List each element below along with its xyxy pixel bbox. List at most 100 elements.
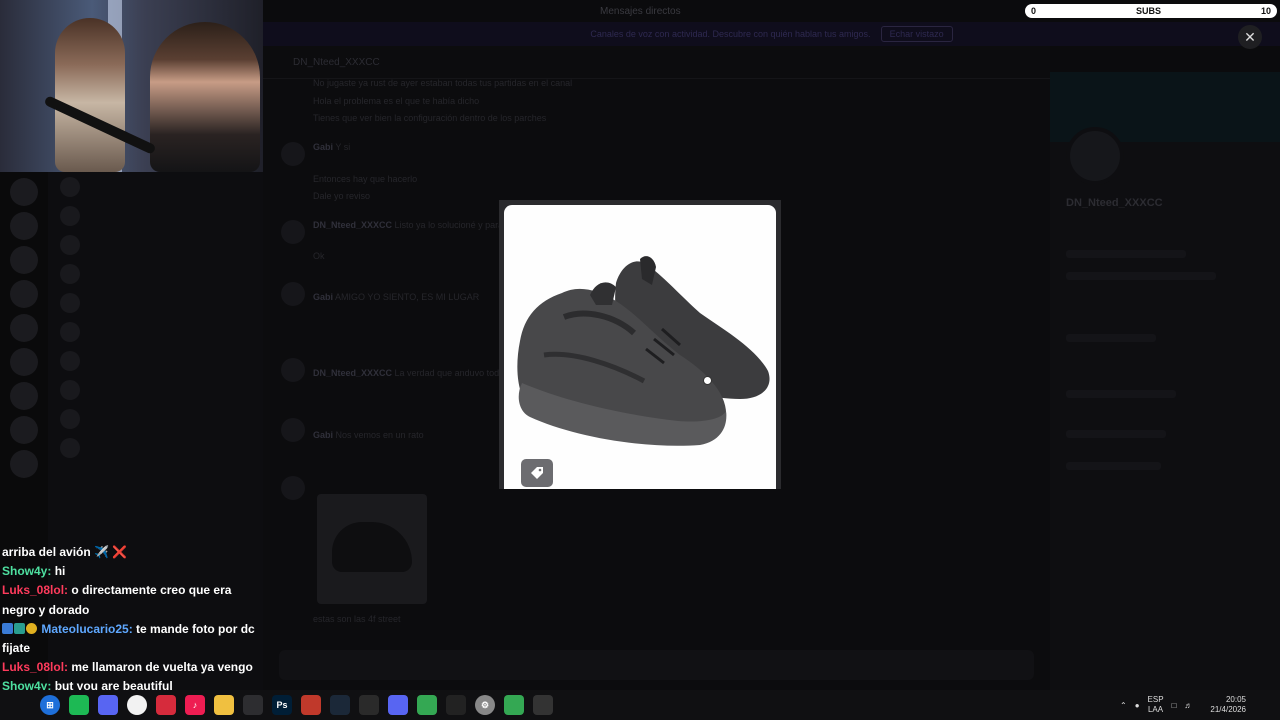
profile-line xyxy=(1066,334,1156,342)
webcam-feed xyxy=(0,0,263,172)
message-input[interactable] xyxy=(279,650,1034,680)
server-icon[interactable] xyxy=(10,416,38,444)
chat-username: Show4y: xyxy=(2,564,52,579)
chat-image-attachment[interactable] xyxy=(317,494,427,604)
discord-icon[interactable] xyxy=(98,695,118,715)
dm-item[interactable] xyxy=(48,346,263,375)
message: Tienes que ver bien la configuración den… xyxy=(313,113,547,123)
subs-current: 0 xyxy=(1031,6,1037,16)
voice-activity-banner: Canales de voz con actividad. Descubre c… xyxy=(263,22,1280,46)
profile-line xyxy=(1066,430,1166,438)
dm-item[interactable] xyxy=(48,404,263,433)
profile-line xyxy=(1066,250,1186,258)
dm-item[interactable] xyxy=(48,172,263,201)
chevron-up-icon[interactable]: ⌃ xyxy=(1120,701,1127,710)
tiktok-icon[interactable]: ♪ xyxy=(185,695,205,715)
dm-item[interactable] xyxy=(48,259,263,288)
avatar xyxy=(60,350,80,371)
avatar xyxy=(281,142,305,166)
network-icon[interactable]: □ xyxy=(1172,701,1177,710)
avatar xyxy=(60,205,80,226)
streamer-right xyxy=(150,22,260,172)
dm-item[interactable] xyxy=(48,433,263,462)
dm-item[interactable] xyxy=(48,317,263,346)
mouse-cursor xyxy=(703,376,712,385)
avatar xyxy=(60,321,80,342)
server-icon[interactable] xyxy=(10,280,38,308)
server-icon[interactable] xyxy=(10,246,38,274)
mic-icon[interactable]: ● xyxy=(1135,701,1140,710)
dm-item[interactable] xyxy=(48,375,263,404)
tag-icon xyxy=(531,467,543,479)
volume-icon[interactable]: ♬ xyxy=(1184,701,1192,710)
profile-line xyxy=(1066,390,1176,398)
chat-text: hi xyxy=(54,564,66,579)
photoshop-icon[interactable]: Ps xyxy=(272,695,292,715)
discord-icon-2[interactable] xyxy=(388,695,408,715)
chat-line: arriba del avión ✈️ ❌ xyxy=(2,545,128,559)
chat-username: Luks_08lol: xyxy=(2,583,69,598)
chat-username: Luks_08lol: xyxy=(2,660,69,675)
opera-icon[interactable] xyxy=(156,695,176,715)
tag-button[interactable] xyxy=(521,459,553,487)
banner-button[interactable]: Echar vistazo xyxy=(880,26,953,42)
server-icon[interactable] xyxy=(10,382,38,410)
sneaker-image[interactable] xyxy=(504,205,776,489)
banner-text: Canales de voz con actividad. Descubre c… xyxy=(590,29,871,39)
subs-goal: 10 xyxy=(1260,6,1271,16)
chrome-icon-2[interactable] xyxy=(504,695,524,715)
avatar xyxy=(60,292,80,313)
red-app-icon[interactable] xyxy=(301,695,321,715)
server-icon[interactable] xyxy=(10,348,38,376)
image-viewer xyxy=(499,200,781,489)
app-icon[interactable] xyxy=(243,695,263,715)
chat-username: Mateolucario25: xyxy=(41,621,133,636)
settings-icon[interactable]: ⚙ xyxy=(475,695,495,715)
github-icon[interactable] xyxy=(533,695,553,715)
avatar xyxy=(60,176,80,197)
profile-line xyxy=(1066,272,1216,280)
badge-icon xyxy=(26,622,37,634)
chrome-icon[interactable] xyxy=(417,695,437,715)
message: Gabi AMIGO YO SIENTO, ES MI LUGAR xyxy=(313,292,480,302)
obs-icon[interactable] xyxy=(446,695,466,715)
message: Entonces hay que hacerlo xyxy=(313,174,418,184)
shoe-thumbnail xyxy=(332,522,412,572)
spotify-icon[interactable] xyxy=(69,695,89,715)
profile-name: DN_Nteed_XXXCC xyxy=(1066,197,1163,209)
epic-icon[interactable] xyxy=(359,695,379,715)
clock[interactable]: 20:05 21/4/2026 xyxy=(1210,695,1246,715)
dm-item[interactable] xyxy=(48,201,263,230)
dm-item[interactable] xyxy=(48,288,263,317)
steam-icon[interactable] xyxy=(330,695,350,715)
message: Dale yo reviso xyxy=(313,191,371,201)
subs-label: SUBS xyxy=(1135,6,1161,16)
server-icon[interactable] xyxy=(10,450,38,478)
message: DN_Nteed_XXXCC La verdad que anduvo todo… xyxy=(313,368,524,378)
dm-item[interactable] xyxy=(48,230,263,259)
chat-line: Show4y: hi xyxy=(2,562,262,581)
language-indicator[interactable]: ESP LAA xyxy=(1148,695,1164,715)
chat-line: Luks_08lol: o directamente creo que era … xyxy=(2,581,262,619)
chat-line: Luks_08lol: me llamaron de vuelta ya ven… xyxy=(2,658,262,677)
message: estas son las 4f street xyxy=(313,614,401,624)
server-icon[interactable] xyxy=(10,178,38,206)
chat-line: Mateolucario25: te mande foto por dc fij… xyxy=(2,620,262,658)
server-icon[interactable] xyxy=(10,314,38,342)
message: Gabi Y si xyxy=(313,142,351,152)
notes-icon[interactable] xyxy=(127,695,147,715)
avatar xyxy=(60,234,80,255)
chat-header: DN_Nteed_XXXCC xyxy=(263,46,1050,79)
close-icon[interactable]: ✕ xyxy=(1238,25,1262,49)
sneaker-photo xyxy=(517,256,770,446)
avatar xyxy=(60,408,80,429)
profile-line xyxy=(1066,462,1161,470)
system-tray: ⌃ ● ESP LAA □ ♬ 20:05 21/4/2026 xyxy=(1120,690,1246,720)
start-icon[interactable]: ⊞ xyxy=(40,695,60,715)
profile-panel: DN_Nteed_XXXCC xyxy=(1050,72,1280,690)
folder-icon[interactable] xyxy=(214,695,234,715)
taskbar-icons: ⊞ ♪ Ps ⚙ xyxy=(40,690,553,720)
message: Gabi Nos vemos en un rato xyxy=(313,430,424,440)
server-icon[interactable] xyxy=(10,212,38,240)
avatar xyxy=(60,379,80,400)
